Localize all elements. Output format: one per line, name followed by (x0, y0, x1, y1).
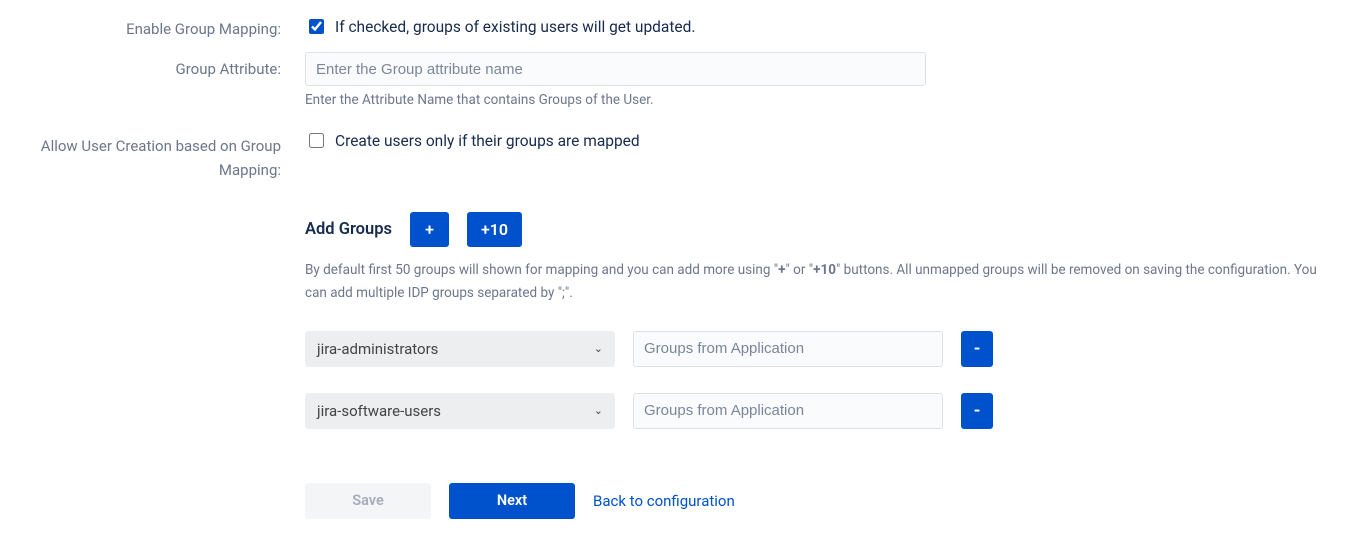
checkbox-allow-user-creation-line[interactable]: Create users only if their groups are ma… (305, 130, 1331, 151)
button-next[interactable]: Next (449, 483, 575, 519)
button-save[interactable]: Save (305, 483, 431, 519)
desc-add-groups: By default first 50 groups will shown fo… (305, 259, 1331, 305)
button-remove-group[interactable]: - (961, 331, 993, 367)
chevron-down-icon: ⌄ (594, 342, 603, 355)
select-local-group[interactable]: jira-software-users ⌄ (305, 393, 615, 429)
input-idp-group[interactable] (633, 331, 943, 367)
group-mapping-row: jira-administrators ⌄ - (305, 331, 1331, 367)
hint-group-attribute: Enter the Attribute Name that contains G… (305, 92, 1331, 108)
row-enable-group-mapping: Enable Group Mapping: If checked, groups… (0, 16, 1347, 38)
select-local-group[interactable]: jira-administrators ⌄ (305, 331, 615, 367)
text-enable-group-mapping: If checked, groups of existing users wil… (335, 18, 695, 36)
group-mapping-row: jira-software-users ⌄ - (305, 393, 1331, 429)
row-allow-user-creation: Allow User Creation based on Group Mappi… (0, 130, 1347, 182)
checkbox-enable-group-mapping[interactable] (309, 19, 324, 34)
label-enable-group-mapping: Enable Group Mapping: (0, 16, 291, 38)
button-add-ten-groups[interactable]: +10 (467, 212, 522, 247)
row-group-attribute: Group Attribute: Enter the Attribute Nam… (0, 52, 1347, 108)
input-group-attribute[interactable] (305, 52, 926, 86)
select-local-group-value: jira-software-users (317, 402, 441, 420)
button-remove-group[interactable]: - (961, 393, 993, 429)
title-add-groups: Add Groups (305, 220, 392, 239)
row-add-groups: Add Groups + +10 By default first 50 gro… (0, 208, 1347, 519)
label-allow-user-creation: Allow User Creation based on Group Mappi… (0, 130, 291, 182)
button-add-one-group[interactable]: + (410, 212, 449, 247)
link-back-to-configuration[interactable]: Back to configuration (593, 492, 735, 510)
footer-row: Save Next Back to configuration (305, 483, 1331, 519)
input-idp-group[interactable] (633, 393, 943, 429)
label-group-attribute: Group Attribute: (0, 52, 291, 78)
checkbox-enable-group-mapping-line[interactable]: If checked, groups of existing users wil… (305, 16, 1331, 37)
checkbox-allow-user-creation[interactable] (309, 133, 324, 148)
select-local-group-value: jira-administrators (317, 340, 438, 358)
text-allow-user-creation: Create users only if their groups are ma… (335, 132, 640, 150)
chevron-down-icon: ⌄ (594, 404, 603, 417)
